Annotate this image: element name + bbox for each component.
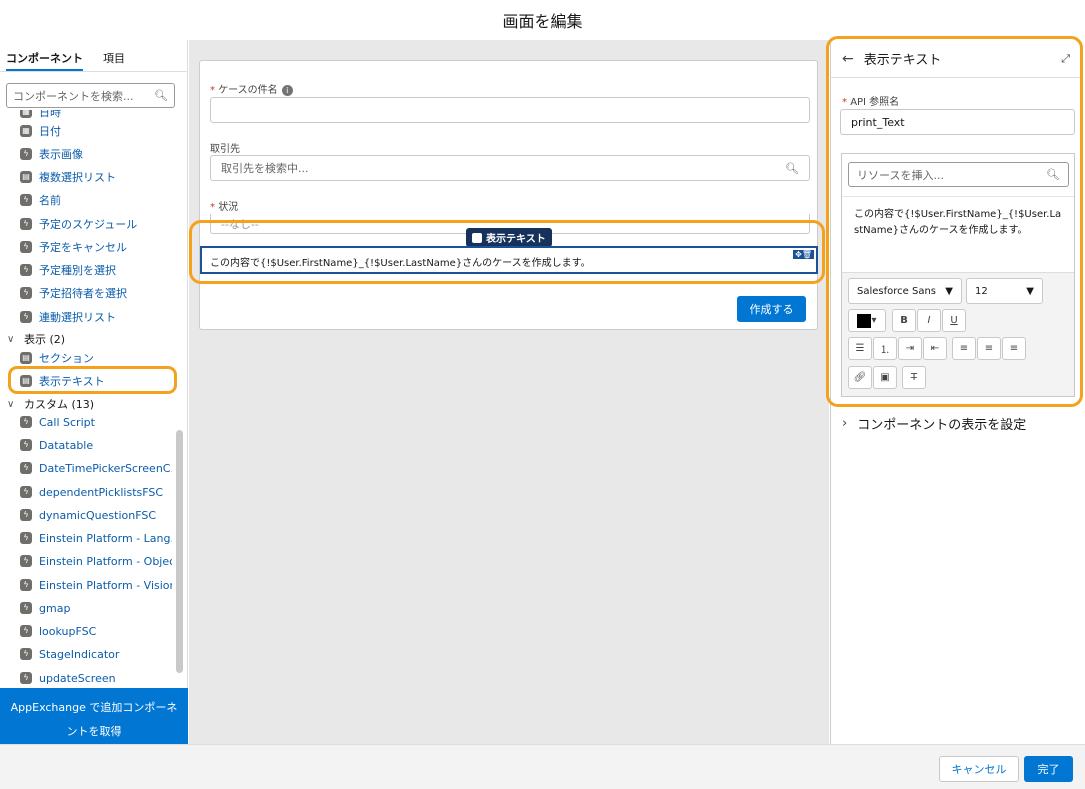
list-item[interactable]: ▦ 日付: [20, 121, 172, 141]
lightning-icon: ϟ: [20, 194, 32, 206]
list-item[interactable]: ϟ Einstein Platform - Vision: [20, 575, 172, 595]
list-item[interactable]: ϟ 連動選択リスト: [20, 307, 172, 327]
component-pill: 表示テキスト: [466, 228, 552, 247]
lightning-icon: ϟ: [20, 509, 32, 521]
selected-display-text[interactable]: この内容で{!$User.FirstName}_{!$User.LastName…: [200, 246, 818, 274]
lightning-icon: ϟ: [20, 241, 32, 253]
lightning-icon: ϟ: [20, 462, 32, 474]
list-item[interactable]: ϟ Einstein Platform - Lang...: [20, 528, 172, 548]
list-item[interactable]: ϟ gmap: [20, 598, 172, 618]
component-list: ▦ 日時 ▦ 日付 ϟ 表示画像 ▤ 複数選択リスト ϟ 名前 ϟ 予定のスケジュール ϟ予…: [0, 110, 176, 688]
tab-components[interactable]: コンポーネント: [6, 40, 83, 71]
screen-canvas: * ケースの件名 i 取引先 取引先を検索中... 🔍︎ * 状況 --なし-- …: [189, 40, 829, 744]
group-display[interactable]: ∨ 表示 (2): [7, 331, 65, 347]
list-item[interactable]: ϟ Call Script: [20, 412, 172, 432]
case-subject-label: * ケースの件名 i: [210, 81, 293, 96]
lightning-icon: ϟ: [20, 148, 32, 160]
palette-tabs: コンポーネント 項目: [0, 40, 187, 72]
chevron-down-icon: ∨: [7, 333, 15, 345]
visibility-section-toggle[interactable]: › コンポーネントの表示を設定: [842, 414, 1026, 433]
cancel-button[interactable]: キャンセル: [939, 756, 1019, 782]
done-button[interactable]: 完了: [1024, 756, 1073, 782]
group-custom[interactable]: ∨ カスタム (13): [7, 396, 94, 412]
page-title: 画面を編集: [502, 12, 583, 31]
list-item[interactable]: ϟ 予定のスケジュール: [20, 214, 172, 234]
list-item[interactable]: ϟ Einstein Platform - Objec...: [20, 551, 172, 571]
search-icon: 🔍︎: [154, 89, 168, 102]
account-label: 取引先: [210, 144, 240, 155]
lightning-icon: ϟ: [20, 218, 32, 230]
list-item[interactable]: ϟ dependentPicklistsFSC: [20, 482, 172, 502]
account-search-input[interactable]: 取引先を検索中... 🔍︎: [210, 155, 810, 181]
lightning-icon: ϟ: [20, 416, 32, 428]
datetime-icon: ▦: [20, 110, 32, 118]
list-item[interactable]: ϟ 名前: [20, 190, 172, 210]
list-item[interactable]: ▤ 複数選択リスト: [20, 167, 172, 187]
highlight-annotation: [8, 366, 177, 394]
lightning-icon: ϟ: [20, 672, 32, 684]
lightning-icon: ϟ: [20, 532, 32, 544]
list-item[interactable]: ϟ 予定種別を選択: [20, 260, 172, 280]
move-delete-icon[interactable]: ✥🗑: [793, 250, 814, 259]
lightning-icon: ϟ: [20, 602, 32, 614]
lightning-icon: ϟ: [20, 579, 32, 591]
palette-scrollbar[interactable]: [176, 430, 183, 673]
modal-footer: [0, 744, 1085, 789]
list-item[interactable]: ϟ StageIndicator: [20, 644, 172, 664]
search-icon: 🔍︎: [785, 161, 799, 175]
status-label: * 状況: [210, 202, 239, 213]
info-icon[interactable]: i: [281, 85, 293, 96]
modal-header: 画面を編集: [0, 0, 1085, 40]
highlight-annotation: [826, 36, 1083, 407]
lightning-icon: ϟ: [20, 439, 32, 451]
multiselect-icon: ▤: [20, 171, 32, 183]
tab-fields[interactable]: 項目: [103, 40, 125, 71]
list-item[interactable]: ϟ Datatable: [20, 435, 172, 455]
chevron-down-icon: ∨: [7, 398, 15, 410]
display-text-icon: [472, 232, 482, 243]
lightning-icon: ϟ: [20, 287, 32, 299]
appexchange-button[interactable]: AppExchange で追加コンポーネントを取得: [0, 688, 188, 744]
component-search-input[interactable]: コンポーネントを検索... 🔍︎: [6, 83, 175, 108]
lightning-icon: ϟ: [20, 311, 32, 323]
search-placeholder: コンポーネントを検索...: [13, 89, 134, 103]
lightning-icon: ϟ: [20, 555, 32, 567]
list-item[interactable]: ▤ セクション: [20, 348, 172, 368]
section-icon: ▤: [20, 352, 32, 364]
date-icon: ▦: [20, 125, 32, 137]
create-button[interactable]: 作成する: [737, 296, 806, 322]
list-item[interactable]: ϟ 表示画像: [20, 144, 172, 164]
case-subject-input[interactable]: [210, 97, 810, 123]
screen-card: * ケースの件名 i 取引先 取引先を検索中... 🔍︎ * 状況 --なし--: [199, 60, 818, 330]
lightning-icon: ϟ: [20, 625, 32, 637]
lightning-icon: ϟ: [20, 264, 32, 276]
lightning-icon: ϟ: [20, 486, 32, 498]
list-item[interactable]: ϟ 予定招待者を選択: [20, 283, 172, 303]
list-item[interactable]: ϟ updateScreen: [20, 668, 172, 688]
list-item[interactable]: ϟ dynamicQuestionFSC: [20, 505, 172, 525]
list-item[interactable]: ϟ 予定をキャンセル: [20, 237, 172, 257]
list-item[interactable]: ϟ DateTimePickerScreenC...: [20, 458, 172, 478]
list-item[interactable]: ϟ lookupFSC: [20, 621, 172, 641]
chevron-right-icon: ›: [842, 416, 848, 431]
lightning-icon: ϟ: [20, 648, 32, 660]
